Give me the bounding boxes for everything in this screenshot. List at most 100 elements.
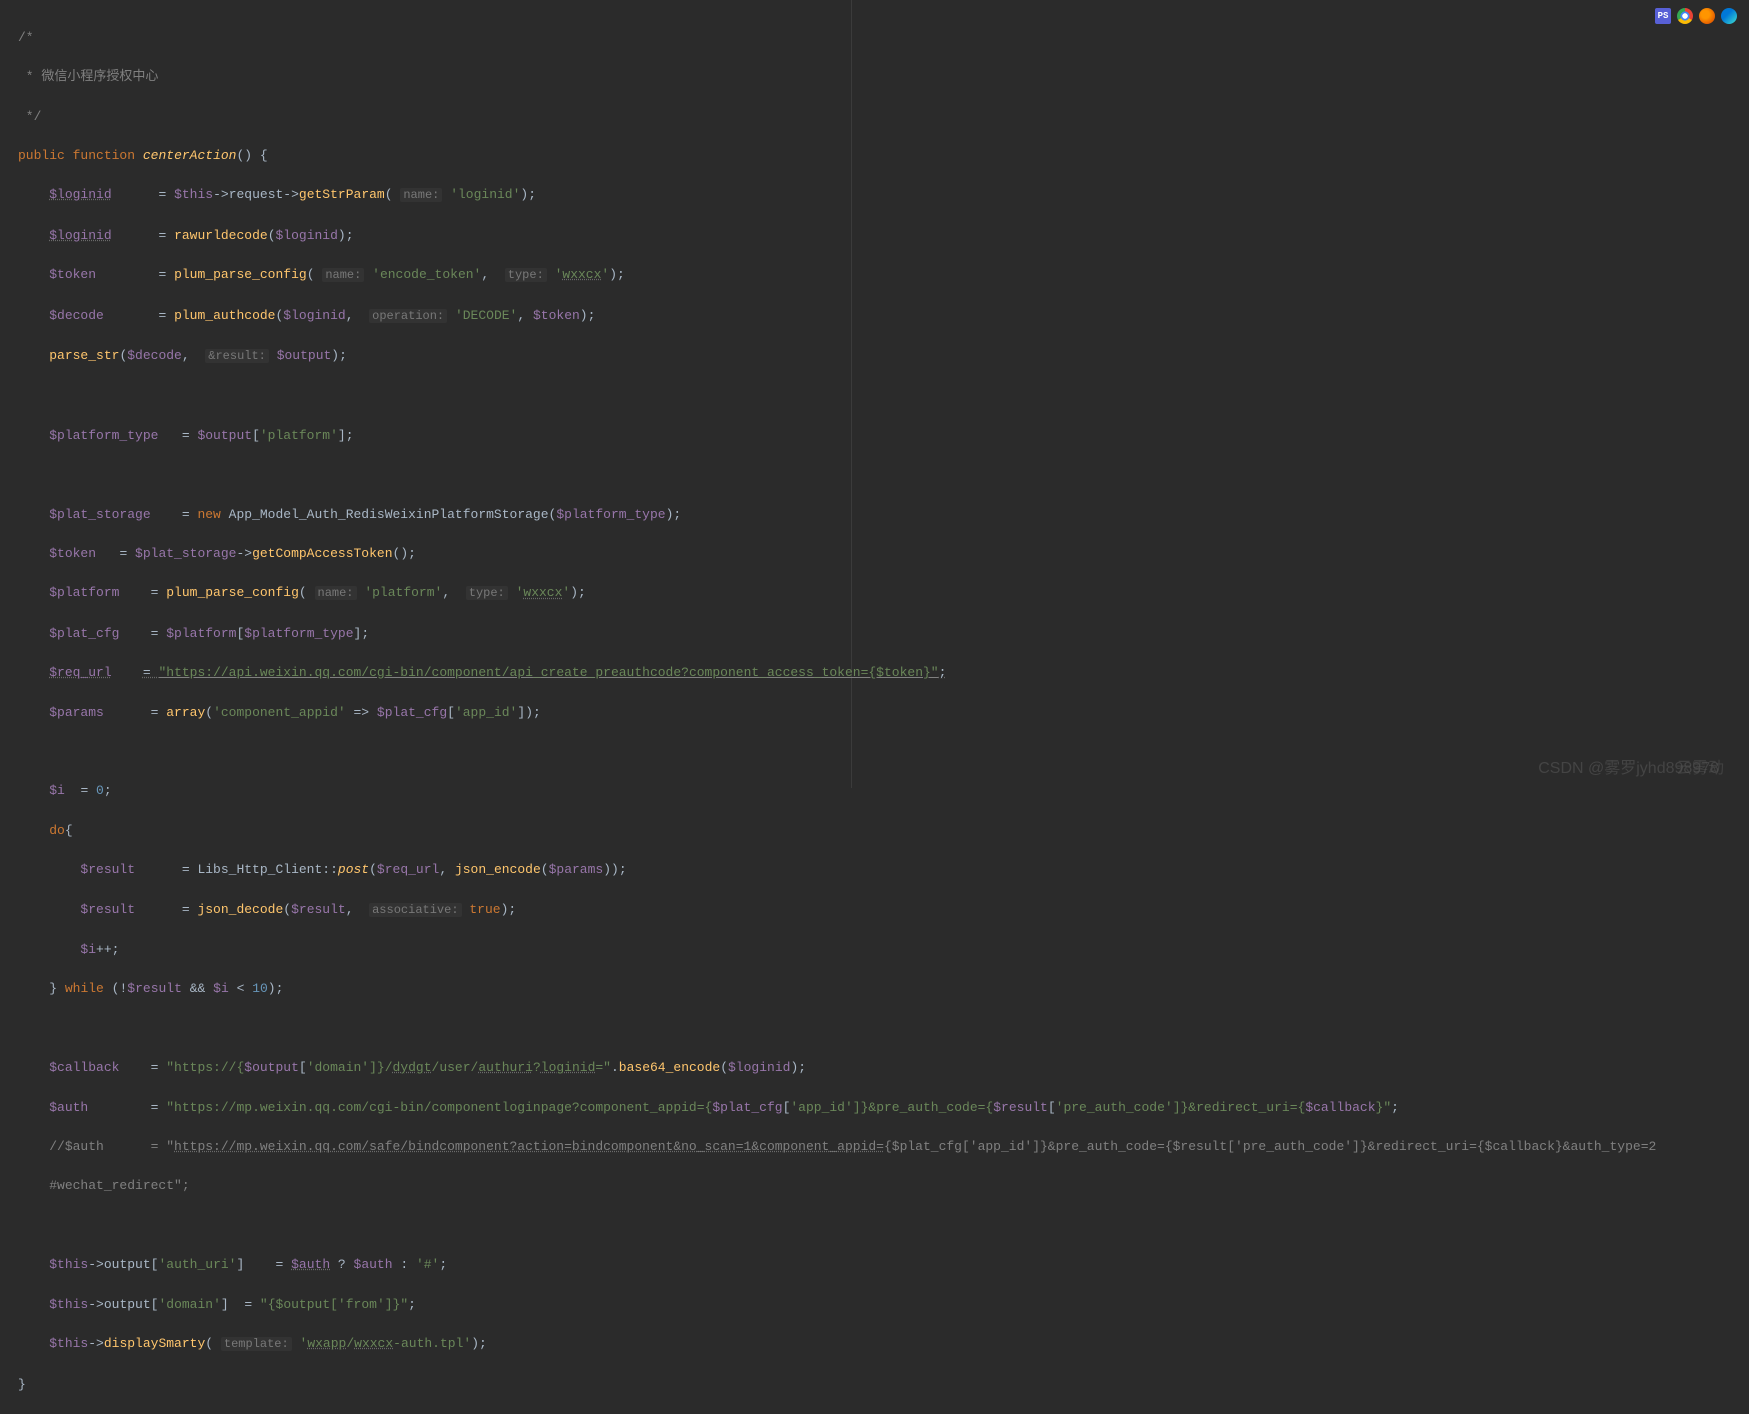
var-result: $result bbox=[80, 862, 135, 877]
comment-close: */ bbox=[18, 109, 41, 124]
hint-name: name: bbox=[400, 188, 442, 202]
semi19: ; bbox=[1391, 1100, 1399, 1115]
num-zero: 0 bbox=[96, 783, 104, 798]
prop-output2: output bbox=[104, 1297, 151, 1312]
semi10: ; bbox=[361, 626, 369, 641]
hint-operation: operation: bbox=[369, 309, 447, 323]
c4: , bbox=[182, 348, 205, 363]
fn-plum-parse: plum_parse_config bbox=[174, 267, 307, 282]
var-req-url: $req_url bbox=[49, 665, 111, 680]
cmt-auth-pre: //$auth = " bbox=[49, 1139, 174, 1154]
code-editor[interactable]: /* * 微信小程序授权中心 */ public function center… bbox=[0, 0, 1749, 1414]
semi14: ; bbox=[619, 862, 627, 877]
var-callback: $callback bbox=[49, 1060, 119, 1075]
class-http: Libs_Http_Client bbox=[197, 862, 322, 877]
arg-loginid2: $loginid bbox=[283, 308, 345, 323]
lb7: [ bbox=[151, 1257, 159, 1272]
str-from-out: "{$output['from']}" bbox=[260, 1297, 408, 1312]
lp14: ( bbox=[720, 1060, 728, 1075]
eq15: = bbox=[143, 1060, 166, 1075]
eq17: = bbox=[268, 1257, 291, 1272]
method-getCompAccessToken: getCompAccessToken bbox=[252, 546, 392, 561]
arg-result: $result bbox=[291, 902, 346, 917]
eq14: = bbox=[174, 902, 197, 917]
eq18: = bbox=[237, 1297, 260, 1312]
semi16: ; bbox=[112, 942, 120, 957]
var-result2: $result bbox=[80, 902, 135, 917]
lp3: ( bbox=[307, 267, 315, 282]
var-plat-cfg: $plat_cfg bbox=[49, 626, 119, 641]
var-params: $params bbox=[49, 705, 104, 720]
c6: , bbox=[439, 862, 455, 877]
str-cb-p2: ]}/ bbox=[369, 1060, 392, 1075]
var-result4: $result bbox=[993, 1100, 1048, 1115]
str-decode: 'DECODE' bbox=[455, 308, 517, 323]
rb: ] bbox=[338, 428, 346, 443]
fn-array: array bbox=[166, 705, 205, 720]
lb8: [ bbox=[151, 1297, 159, 1312]
lb5: [ bbox=[783, 1100, 791, 1115]
str-domain: 'domain' bbox=[307, 1060, 369, 1075]
arg-decode: $decode bbox=[127, 348, 182, 363]
var-output2: $output bbox=[244, 1060, 299, 1075]
str-pre-auth: 'pre_auth_code' bbox=[1056, 1100, 1173, 1115]
this3: $this bbox=[49, 1297, 88, 1312]
var-platform: $platform bbox=[49, 585, 119, 600]
fn-json-encode: json_encode bbox=[455, 862, 541, 877]
str-auth-p2: ]}&pre_auth_code={ bbox=[853, 1100, 993, 1115]
str-domain2: 'domain' bbox=[158, 1297, 220, 1312]
var-result3: $result bbox=[127, 981, 182, 996]
hint-type2: type: bbox=[466, 586, 508, 600]
semi2: ; bbox=[346, 228, 354, 243]
str-component-appid: 'component_appid' bbox=[213, 705, 346, 720]
lb6: [ bbox=[1048, 1100, 1056, 1115]
semi12: ; bbox=[533, 705, 541, 720]
str-wxxcx2: 'wxxcx' bbox=[516, 585, 571, 600]
str-app-id2: 'app_id' bbox=[790, 1100, 852, 1115]
lp10: ( bbox=[369, 862, 377, 877]
plusplus: ++ bbox=[96, 942, 112, 957]
fn-plum-parse2: plum_parse_config bbox=[166, 585, 299, 600]
var-output: $output bbox=[197, 428, 252, 443]
var-loginid2: $loginid bbox=[49, 228, 111, 243]
c7: , bbox=[346, 902, 369, 917]
fn-json-decode: json_decode bbox=[197, 902, 283, 917]
tpl-slash: / bbox=[346, 1336, 354, 1351]
str-encode-token: 'encode_token' bbox=[372, 267, 481, 282]
rp9: ) bbox=[525, 705, 533, 720]
var-auth: $auth bbox=[49, 1100, 88, 1115]
tq: ? bbox=[330, 1257, 353, 1272]
semi8: ; bbox=[408, 546, 416, 561]
watermark-1: CSDN @雾罗jyhd898978 bbox=[1538, 754, 1719, 778]
cmt-auth-url: https://mp.weixin.qq.com/safe/bindcompon… bbox=[174, 1139, 884, 1154]
arrow6: -> bbox=[88, 1336, 104, 1351]
lbrace: { bbox=[65, 823, 73, 838]
tpl-wxxcx: wxxcx bbox=[354, 1336, 393, 1351]
eq10: = bbox=[143, 665, 159, 680]
eq7: = bbox=[112, 546, 135, 561]
hint-result: &result: bbox=[205, 349, 269, 363]
method-getStrParam: getStrParam bbox=[299, 187, 385, 202]
kw-do: do bbox=[49, 823, 65, 838]
rp3: ) bbox=[609, 267, 617, 282]
arg-platform-type: $platform_type bbox=[556, 507, 665, 522]
var-auth2: $auth bbox=[291, 1257, 330, 1272]
var-i: $i bbox=[49, 783, 65, 798]
cmt-auth-post: {$plat_cfg['app_id']}&pre_auth_code={$re… bbox=[884, 1139, 1656, 1154]
var-auth3: $auth bbox=[354, 1257, 393, 1272]
hint-template: template: bbox=[221, 1337, 292, 1351]
prop-request: request bbox=[229, 187, 284, 202]
tc: : bbox=[393, 1257, 416, 1272]
semi22: ; bbox=[479, 1336, 487, 1351]
this2: $this bbox=[49, 1257, 88, 1272]
var-plat-cfg2: $plat_cfg bbox=[377, 705, 447, 720]
method-post: post bbox=[338, 862, 369, 877]
semi3: ; bbox=[617, 267, 625, 282]
arg-params: $params bbox=[549, 862, 604, 877]
this4: $this bbox=[49, 1336, 88, 1351]
str-authuri: authuri bbox=[478, 1060, 533, 1075]
lp13: ( bbox=[112, 981, 120, 996]
arg-platform-type2: $platform_type bbox=[244, 626, 353, 641]
var-platform2: $platform bbox=[166, 626, 236, 641]
arg-loginid: $loginid bbox=[276, 228, 338, 243]
